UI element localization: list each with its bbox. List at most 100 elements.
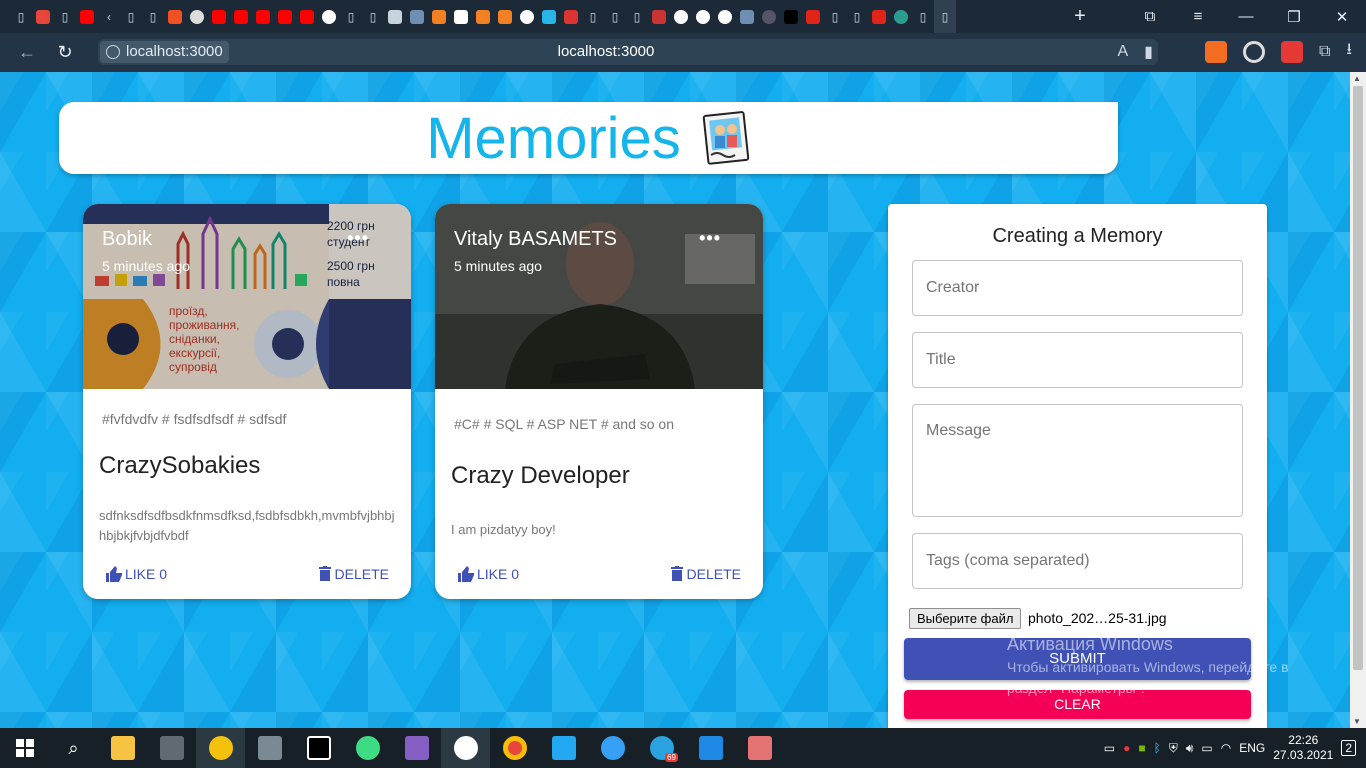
navigator-app-icon[interactable] (196, 728, 245, 768)
extension-off-icon[interactable] (1204, 40, 1227, 63)
scroll-down-icon[interactable]: ▼ (1353, 717, 1361, 726)
tab-page-icon[interactable]: ▯ (10, 0, 32, 33)
tab-n-icon[interactable] (802, 0, 824, 33)
translate-icon[interactable]: A (1117, 43, 1128, 61)
tab-cpp-icon[interactable] (648, 0, 670, 33)
minimize-icon[interactable]: — (1222, 8, 1270, 25)
search-icon[interactable]: ⌕ (49, 728, 98, 768)
telegram-icon[interactable]: 69 (637, 728, 686, 768)
jetbrains-icon[interactable] (294, 728, 343, 768)
tab-game-icon[interactable] (384, 0, 406, 33)
collections-icon[interactable]: ⧉ (1126, 8, 1174, 25)
delete-button[interactable]: DELETE (318, 566, 389, 582)
paint-app-icon[interactable] (588, 728, 637, 768)
like-button[interactable]: LIKE 0 (105, 566, 167, 582)
tab-c-icon[interactable] (692, 0, 714, 33)
tab-snowflake-icon[interactable] (538, 0, 560, 33)
menu-icon[interactable]: ≡ (1174, 8, 1222, 25)
battery-icon[interactable]: ▭ (1201, 741, 1212, 755)
usb-icon[interactable]: ⛨ (1169, 741, 1178, 756)
tab-youtube-icon[interactable] (230, 0, 252, 33)
tab-google-icon[interactable] (670, 0, 692, 33)
volume-icon[interactable]: 🔊︎ (1186, 741, 1194, 756)
message-input[interactable] (912, 404, 1243, 517)
tab-gmail-icon[interactable] (32, 0, 54, 33)
tab-page-icon[interactable]: ▯ (120, 0, 142, 33)
title-input[interactable] (912, 332, 1243, 388)
tab-link-icon[interactable] (758, 0, 780, 33)
android-studio-icon[interactable] (343, 728, 392, 768)
restore-icon[interactable]: ❐ (1270, 8, 1318, 26)
display-icon[interactable]: ▭ (1104, 741, 1115, 755)
tab-back-icon[interactable]: ‹ (98, 0, 120, 33)
delete-button[interactable]: DELETE (670, 566, 741, 582)
visual-studio-icon[interactable] (392, 728, 441, 768)
scroll-thumb[interactable] (1353, 86, 1363, 670)
creator-input[interactable] (912, 260, 1243, 316)
tab-page-icon[interactable]: ▯ (604, 0, 626, 33)
tab-youtube-icon[interactable] (76, 0, 98, 33)
tab-clock-icon[interactable] (186, 0, 208, 33)
chrome-icon[interactable] (490, 728, 539, 768)
nvidia-icon[interactable]: ■ (1138, 741, 1145, 755)
tab-code-icon[interactable] (560, 0, 582, 33)
tab-cpp-icon[interactable] (406, 0, 428, 33)
tab-medium-icon[interactable] (780, 0, 802, 33)
bluetooth-icon[interactable]: ᛒ (1154, 741, 1161, 755)
notifications-icon[interactable]: 2 (1341, 740, 1356, 756)
app-tray-icon[interactable]: ● (1123, 741, 1130, 755)
tab-page-icon[interactable]: ▯ (846, 0, 868, 33)
tab-stackoverflow-icon[interactable] (472, 0, 494, 33)
tags-input[interactable] (912, 533, 1243, 589)
tab-stackoverflow-icon[interactable] (494, 0, 516, 33)
tab-page-icon[interactable]: ▯ (912, 0, 934, 33)
tab-google-icon[interactable] (516, 0, 538, 33)
extension-mascot-icon[interactable] (1280, 40, 1303, 63)
paint-brush-icon[interactable] (735, 728, 784, 768)
more-options-icon[interactable]: ••• (699, 228, 721, 249)
new-tab-icon[interactable]: + (1060, 5, 1100, 28)
tab-youtube-icon[interactable] (252, 0, 274, 33)
tab-cpp-icon[interactable] (736, 0, 758, 33)
share-icon[interactable]: ⧉ (1319, 43, 1330, 61)
card-creator: Bobik (102, 228, 153, 250)
card-title: Crazy Developer (451, 462, 630, 489)
tab-c-icon[interactable] (714, 0, 736, 33)
scroll-up-icon[interactable]: ▲ (1353, 74, 1361, 83)
extension-target-icon[interactable] (1242, 40, 1265, 63)
tab-page-icon[interactable]: ▯ (54, 0, 76, 33)
tab-page-icon[interactable]: ▯ (824, 0, 846, 33)
tab-office-icon[interactable] (164, 0, 186, 33)
download-icon[interactable]: ⭳ (1346, 38, 1352, 65)
close-icon[interactable]: ✕ (1318, 8, 1366, 26)
calculator-icon[interactable] (147, 728, 196, 768)
page-scrollbar[interactable]: ▲ ▼ (1350, 72, 1366, 728)
tab-youtube-icon[interactable] (274, 0, 296, 33)
tab-google-icon[interactable] (318, 0, 340, 33)
language-indicator[interactable]: ENG (1239, 741, 1265, 755)
tab-youtube-icon[interactable] (296, 0, 318, 33)
like-button[interactable]: LIKE 0 (457, 566, 519, 582)
file-explorer-icon[interactable] (98, 728, 147, 768)
more-options-icon[interactable]: ••• (347, 228, 369, 249)
tab-active-page-icon[interactable]: ▯ (934, 0, 956, 33)
bookmark-icon[interactable]: ▮ (1144, 42, 1153, 62)
start-button[interactable] (0, 728, 49, 768)
helmet-app-icon[interactable] (245, 728, 294, 768)
tab-wikipedia-icon[interactable] (450, 0, 472, 33)
media-player-icon[interactable] (686, 728, 735, 768)
tab-page-icon[interactable]: ▯ (142, 0, 164, 33)
wifi-icon[interactable]: ◠ (1221, 741, 1231, 755)
tab-page-icon[interactable]: ▯ (362, 0, 384, 33)
tab-clock-icon[interactable] (890, 0, 912, 33)
tab-page-icon[interactable]: ▯ (626, 0, 648, 33)
tab-stackoverflow-icon[interactable] (428, 0, 450, 33)
yandex-browser-icon[interactable] (441, 728, 490, 768)
tab-youtube-icon[interactable] (208, 0, 230, 33)
choose-file-button[interactable]: Выберите файл (909, 608, 1022, 629)
clock[interactable]: 22:26 27.03.2021 (1273, 733, 1333, 763)
tab-page-icon[interactable]: ▯ (582, 0, 604, 33)
tab-n-icon[interactable] (868, 0, 890, 33)
vscode-icon[interactable] (539, 728, 588, 768)
tab-page-icon[interactable]: ▯ (340, 0, 362, 33)
